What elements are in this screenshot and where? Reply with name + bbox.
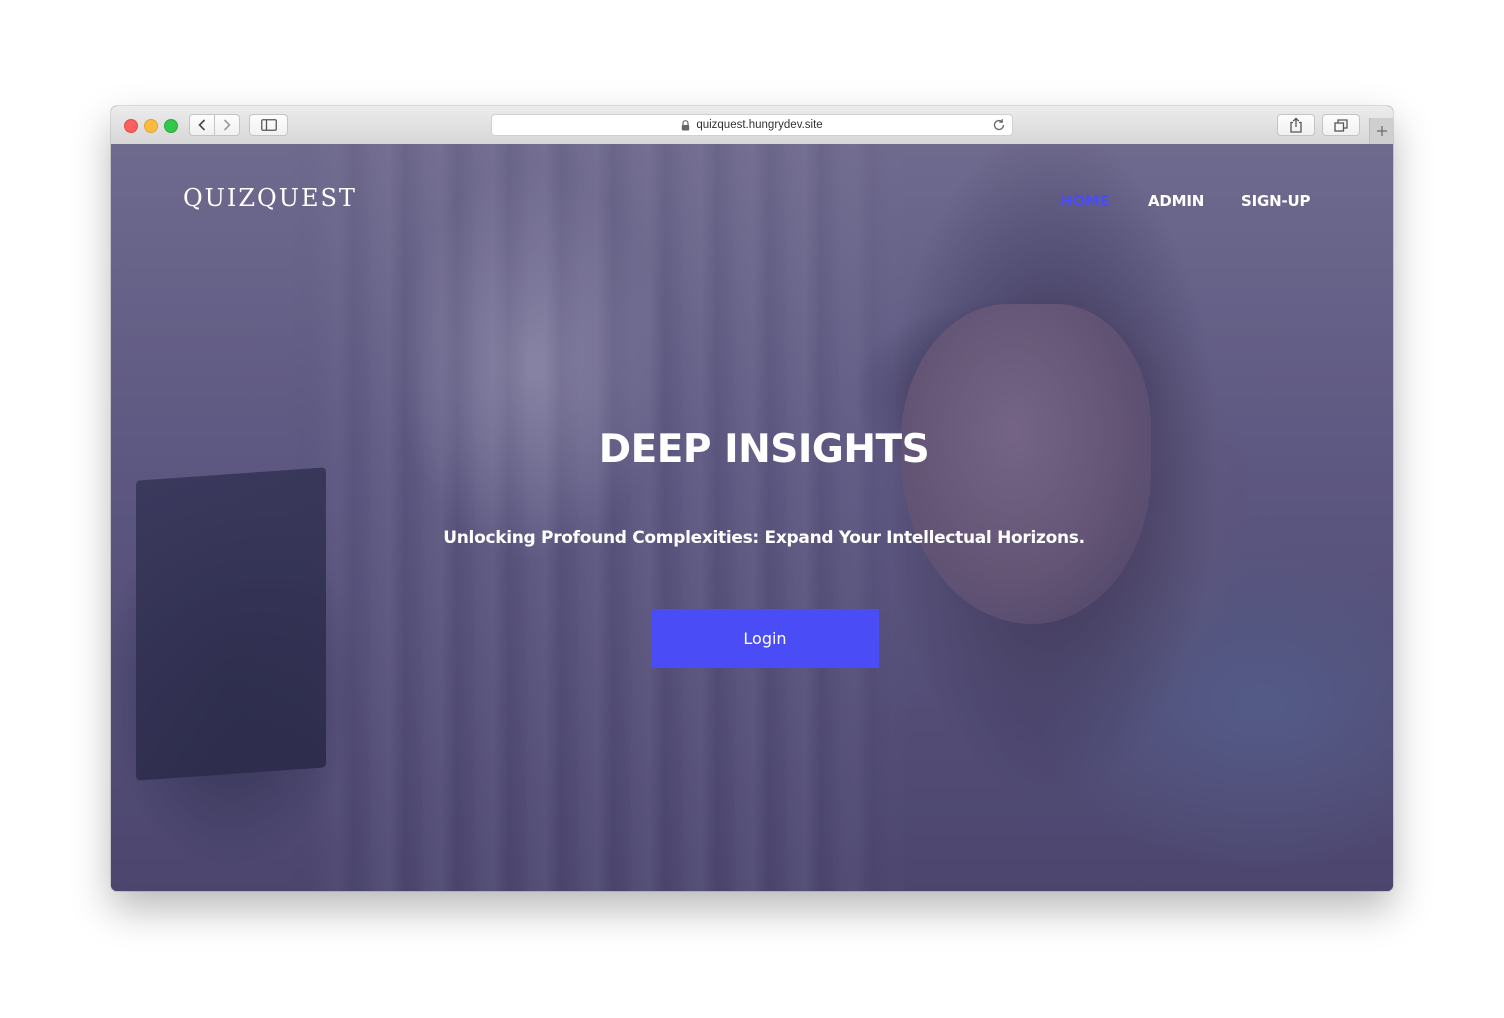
site-logo[interactable]: QUIZQUEST xyxy=(183,184,357,212)
close-window-button[interactable] xyxy=(124,119,138,133)
zoom-window-button[interactable] xyxy=(164,119,178,133)
login-button[interactable]: Login xyxy=(651,609,879,668)
sidebar-icon xyxy=(260,119,277,131)
hero-overlay xyxy=(111,144,1393,891)
browser-window: quizquest.hungrydev.site QUIZQUEST HOME … xyxy=(111,106,1393,891)
url-text: quizquest.hungrydev.site xyxy=(696,119,823,131)
forward-button[interactable] xyxy=(214,114,240,136)
back-button[interactable] xyxy=(189,114,215,136)
nav-signup-link[interactable]: SIGN-UP xyxy=(1241,192,1310,210)
web-page: QUIZQUEST HOME ADMIN SIGN-UP DEEP INSIGH… xyxy=(111,144,1393,891)
nav-home-link[interactable]: HOME xyxy=(1060,192,1110,210)
share-icon xyxy=(1290,117,1302,133)
sidebar-toggle-button[interactable] xyxy=(249,114,288,136)
tabs-icon xyxy=(1334,118,1348,132)
reload-icon[interactable] xyxy=(992,118,1006,132)
share-button[interactable] xyxy=(1277,114,1315,136)
show-tabs-button[interactable] xyxy=(1322,114,1360,136)
chevron-left-icon xyxy=(198,119,206,131)
hero-subtitle: Unlocking Profound Complexities: Expand … xyxy=(443,528,1085,548)
nav-admin-link[interactable]: ADMIN xyxy=(1148,192,1204,210)
new-tab-button[interactable] xyxy=(1369,118,1393,144)
chevron-right-icon xyxy=(223,119,231,131)
hero-title: DEEP INSIGHTS xyxy=(598,427,930,472)
minimize-window-button[interactable] xyxy=(144,119,158,133)
address-bar[interactable]: quizquest.hungrydev.site xyxy=(491,114,1013,136)
browser-toolbar: quizquest.hungrydev.site xyxy=(111,106,1393,145)
plus-icon xyxy=(1377,126,1387,136)
lock-icon xyxy=(681,119,690,131)
